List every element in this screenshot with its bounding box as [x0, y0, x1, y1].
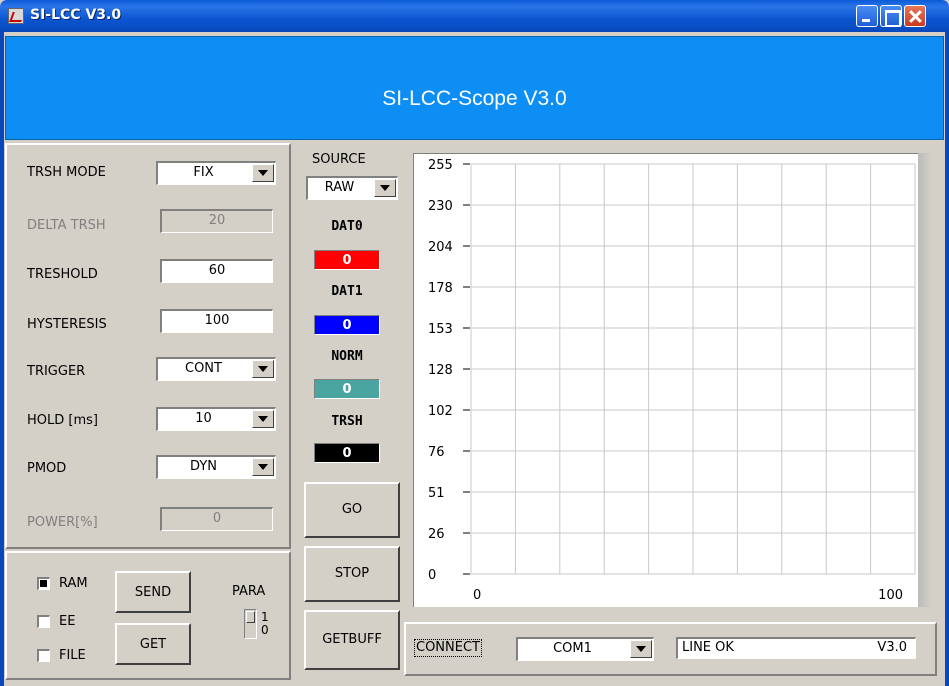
trsh-label: TRSH [331, 414, 363, 429]
delta-trsh-label: DELTA TRSH [27, 218, 106, 233]
y-tick-label: 26 [428, 527, 445, 542]
chevron-down-icon[interactable] [252, 360, 274, 378]
dat0-label: DAT0 [331, 219, 363, 234]
ram-checkbox[interactable] [37, 577, 50, 590]
treshold-field[interactable]: 60 [160, 259, 273, 283]
version-text: V3.0 [877, 640, 907, 655]
close-button[interactable] [904, 5, 926, 27]
chevron-down-icon[interactable] [630, 640, 652, 658]
pmod-label: PMOD [27, 461, 67, 476]
chevron-down-icon[interactable] [252, 458, 274, 476]
window-border-left [0, 32, 4, 686]
maximize-button[interactable] [880, 5, 902, 27]
para-high-label: 1 [261, 610, 269, 624]
trsh-mode-label: TRSH MODE [27, 165, 106, 180]
window-border-right [945, 32, 949, 686]
line-status-text: LINE OK [682, 640, 734, 655]
app-header: SI-LCC-Scope V3.0 [5, 36, 944, 140]
line-status-field: LINE OK V3.0 [676, 637, 916, 659]
source-label: SOURCE [312, 152, 366, 167]
y-tick-label: 204 [428, 240, 453, 255]
hold-select[interactable]: 10 [156, 407, 276, 431]
hysteresis-field[interactable]: 100 [160, 309, 273, 333]
app-icon[interactable] [8, 8, 24, 24]
source-select[interactable]: RAW [306, 176, 398, 200]
ram-label: RAM [59, 576, 88, 591]
x-tick-label: 0 [473, 588, 481, 603]
y-tick-label: 255 [428, 158, 453, 173]
file-label: FILE [59, 648, 86, 663]
dat1-indicator: 0 [314, 315, 380, 335]
port-select[interactable]: COM1 [516, 637, 654, 661]
norm-label: NORM [331, 349, 363, 364]
y-tick-label: 76 [428, 445, 445, 460]
trsh-indicator: 0 [314, 443, 380, 463]
ee-checkbox[interactable] [37, 615, 50, 628]
scope-graph: 255 230 204 178 153 128 102 76 51 26 0 0 100 [413, 153, 918, 607]
y-tick-label: 128 [428, 363, 453, 378]
pmod-select[interactable]: DYN [156, 455, 276, 479]
para-switch[interactable] [244, 609, 257, 639]
y-tick-label: 102 [428, 404, 453, 419]
x-tick-label: 100 [878, 588, 903, 603]
ee-label: EE [59, 614, 76, 629]
hysteresis-label: HYSTERESIS [27, 317, 107, 332]
para-switch-knob[interactable] [246, 611, 255, 623]
window-title: SI-LCC V3.0 [30, 7, 122, 23]
file-checkbox[interactable] [37, 649, 50, 662]
y-tick-label: 51 [428, 486, 445, 501]
para-label: PARA [232, 584, 266, 599]
trsh-mode-select[interactable]: FIX [156, 161, 276, 185]
go-button[interactable]: GO [304, 482, 400, 538]
minimize-button[interactable] [856, 5, 878, 27]
getbuff-button[interactable]: GETBUFF [304, 610, 400, 670]
chevron-down-icon[interactable] [252, 410, 274, 428]
para-low-label: 0 [261, 623, 269, 637]
power-field: 0 [160, 507, 273, 531]
status-panel: CONNECT COM1 LINE OK V3.0 [404, 622, 937, 676]
dat1-label: DAT1 [331, 284, 363, 299]
title-bar: SI-LCC V3.0 [0, 0, 949, 32]
y-tick-label: 153 [428, 322, 453, 337]
graph-shadow [918, 153, 932, 607]
power-label: POWER[%] [27, 515, 98, 530]
chevron-down-icon[interactable] [252, 164, 274, 182]
treshold-label: TRESHOLD [27, 267, 98, 282]
y-tick-label: 178 [428, 281, 453, 296]
chart-canvas: 255 230 204 178 153 128 102 76 51 26 0 0 100 [428, 158, 916, 603]
settings-panel: TRSH MODE FIX DELTA TRSH 20 TRESHOLD 60 … [5, 143, 291, 549]
dat0-indicator: 0 [314, 250, 380, 270]
send-button[interactable]: SEND [115, 571, 191, 613]
hold-label: HOLD [ms] [27, 413, 98, 428]
trigger-select[interactable]: CONT [156, 357, 276, 381]
chevron-down-icon[interactable] [374, 179, 396, 197]
y-tick-label: 230 [428, 199, 453, 214]
connect-label[interactable]: CONNECT [414, 639, 482, 657]
memory-panel: RAM EE FILE SEND GET PARA 1 0 [5, 551, 291, 680]
header-title: SI-LCC-Scope V3.0 [382, 87, 567, 110]
trigger-label: TRIGGER [27, 364, 86, 379]
y-tick-label: 0 [428, 568, 436, 583]
norm-indicator: 0 [314, 379, 380, 399]
delta-trsh-field: 20 [160, 209, 273, 233]
get-button[interactable]: GET [115, 623, 191, 665]
stop-button[interactable]: STOP [304, 546, 400, 602]
